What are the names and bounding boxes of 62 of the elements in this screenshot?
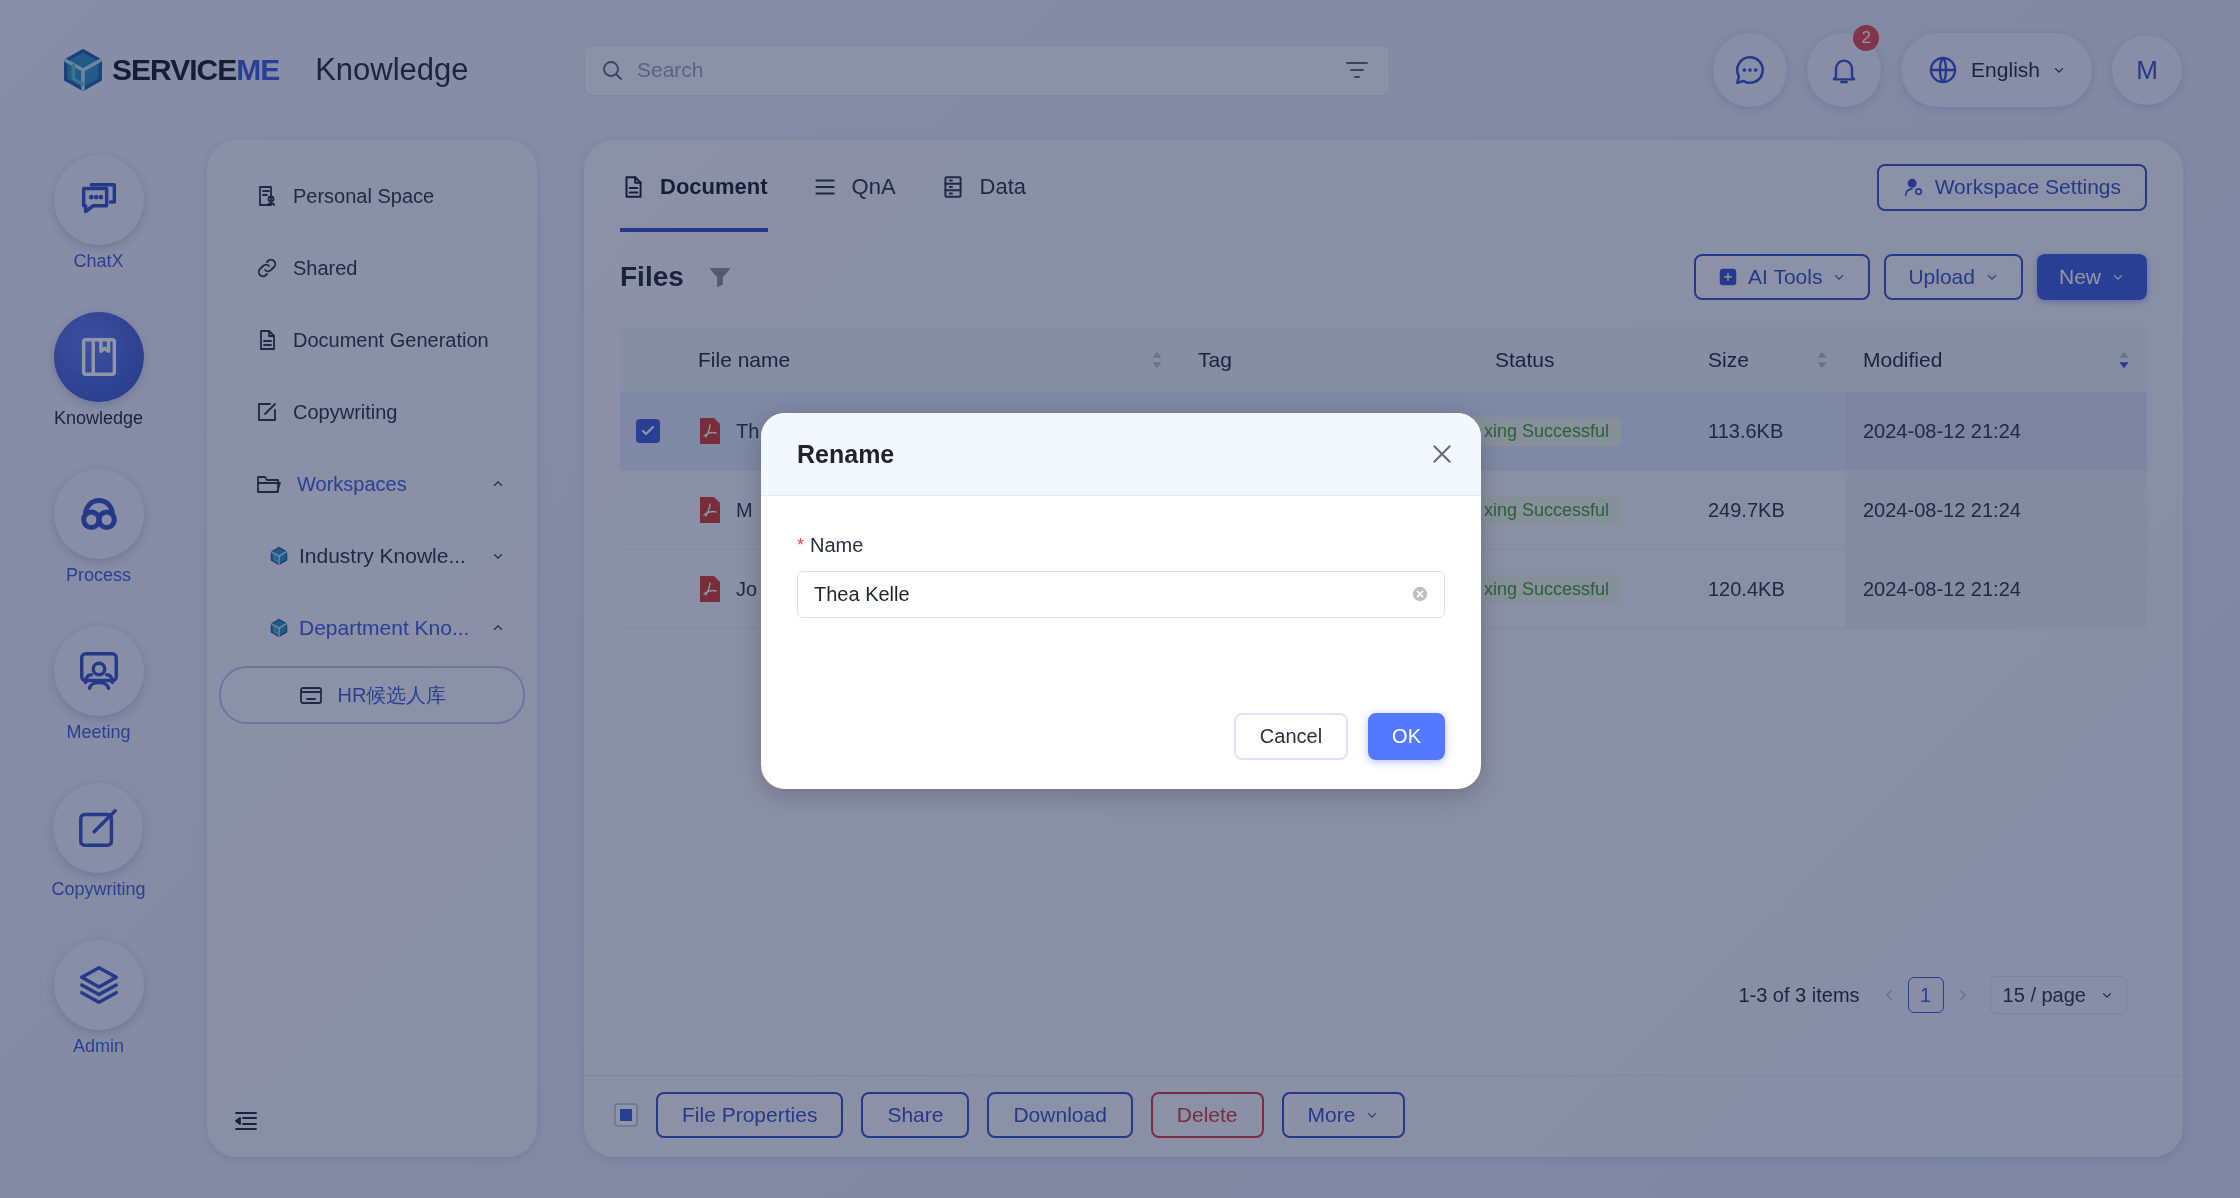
close-button[interactable] — [1431, 443, 1453, 465]
rail-label[interactable]: Knowledge — [53, 408, 144, 429]
column-header[interactable]: Size — [1708, 347, 1749, 372]
indent-lines-icon — [233, 1109, 259, 1133]
table-cell: 113.6KB — [1708, 419, 1784, 443]
pdf-file-icon — [698, 417, 722, 445]
edit-icon — [255, 400, 279, 424]
link-icon — [255, 256, 279, 280]
tree-item[interactable]: Workspaces — [219, 448, 525, 520]
file-name[interactable]: Th — [736, 419, 760, 443]
page-button[interactable]: 1 — [1907, 977, 1944, 1013]
required-asterisk: * — [797, 535, 804, 556]
section-title: Files — [620, 261, 684, 293]
page-size-selector[interactable]: 15 / page — [1989, 976, 2127, 1014]
column-header[interactable]: Tag — [1198, 347, 1232, 372]
pagination-summary: 1-3 of 3 items — [1738, 983, 1860, 1007]
select-all-checkbox[interactable] — [614, 1102, 638, 1127]
user-avatar[interactable]: M — [2112, 35, 2182, 105]
pdf-file-icon — [698, 575, 722, 603]
row-checkbox[interactable] — [636, 419, 660, 443]
collapse-sidebar-button[interactable] — [233, 1109, 259, 1133]
field-label: Name — [810, 534, 864, 557]
sidebar-item[interactable]: Document Generation — [219, 304, 525, 376]
clear-icon — [1411, 585, 1429, 603]
column-header[interactable]: Status — [1495, 347, 1555, 372]
cube-icon — [269, 545, 289, 567]
tab[interactable]: Data — [939, 142, 1027, 232]
tab[interactable]: Document — [620, 142, 768, 232]
table-cell: 249.7KB — [1708, 498, 1785, 522]
tree-item[interactable]: Industry Knowle... — [219, 520, 525, 592]
tab[interactable]: QnA — [811, 142, 896, 232]
sidebar-item[interactable]: Copywriting — [219, 376, 525, 448]
column-header[interactable]: Modified — [1863, 347, 1943, 372]
rail-label[interactable]: Meeting — [66, 722, 131, 743]
file-name[interactable]: Jo — [736, 577, 758, 601]
rail-label[interactable]: Process — [66, 565, 131, 586]
funnel-icon — [707, 265, 732, 289]
file-name[interactable]: M — [736, 498, 753, 522]
close-icon — [1431, 443, 1453, 465]
new-button[interactable]: New — [2037, 254, 2147, 300]
rail-label[interactable]: ChatX — [73, 251, 124, 272]
app-title: Knowledge — [315, 52, 469, 88]
notification-count: 2 — [1853, 25, 1880, 51]
language-selector[interactable]: English — [1901, 33, 2092, 107]
sidebar-item[interactable]: Personal Space — [219, 160, 525, 232]
table-cell: 2024-08-12 21:24 — [1863, 498, 2021, 522]
ok-button[interactable]: OK — [1368, 713, 1445, 760]
cancel-button[interactable]: Cancel — [1233, 713, 1349, 760]
tree-item[interactable]: Department Kno... — [219, 592, 525, 664]
sidebar-item[interactable]: Shared — [219, 232, 525, 304]
column-header[interactable]: File name — [698, 347, 791, 372]
table-cell: 2024-08-12 21:24 — [1863, 577, 2021, 601]
rail-label[interactable]: Copywriting — [51, 879, 146, 900]
cube-icon — [269, 617, 289, 639]
folder-icon — [297, 684, 324, 706]
dialog-title: Rename — [797, 439, 895, 469]
rail-label[interactable]: Admin — [73, 1036, 124, 1057]
brand-wordmark: SERVICEME — [112, 53, 280, 87]
name-field[interactable]: Thea Kelle — [797, 571, 1445, 618]
pdf-file-icon — [698, 496, 722, 524]
table-cell: 120.4KB — [1708, 577, 1785, 601]
table-cell: 2024-08-12 21:24 — [1863, 419, 2021, 443]
